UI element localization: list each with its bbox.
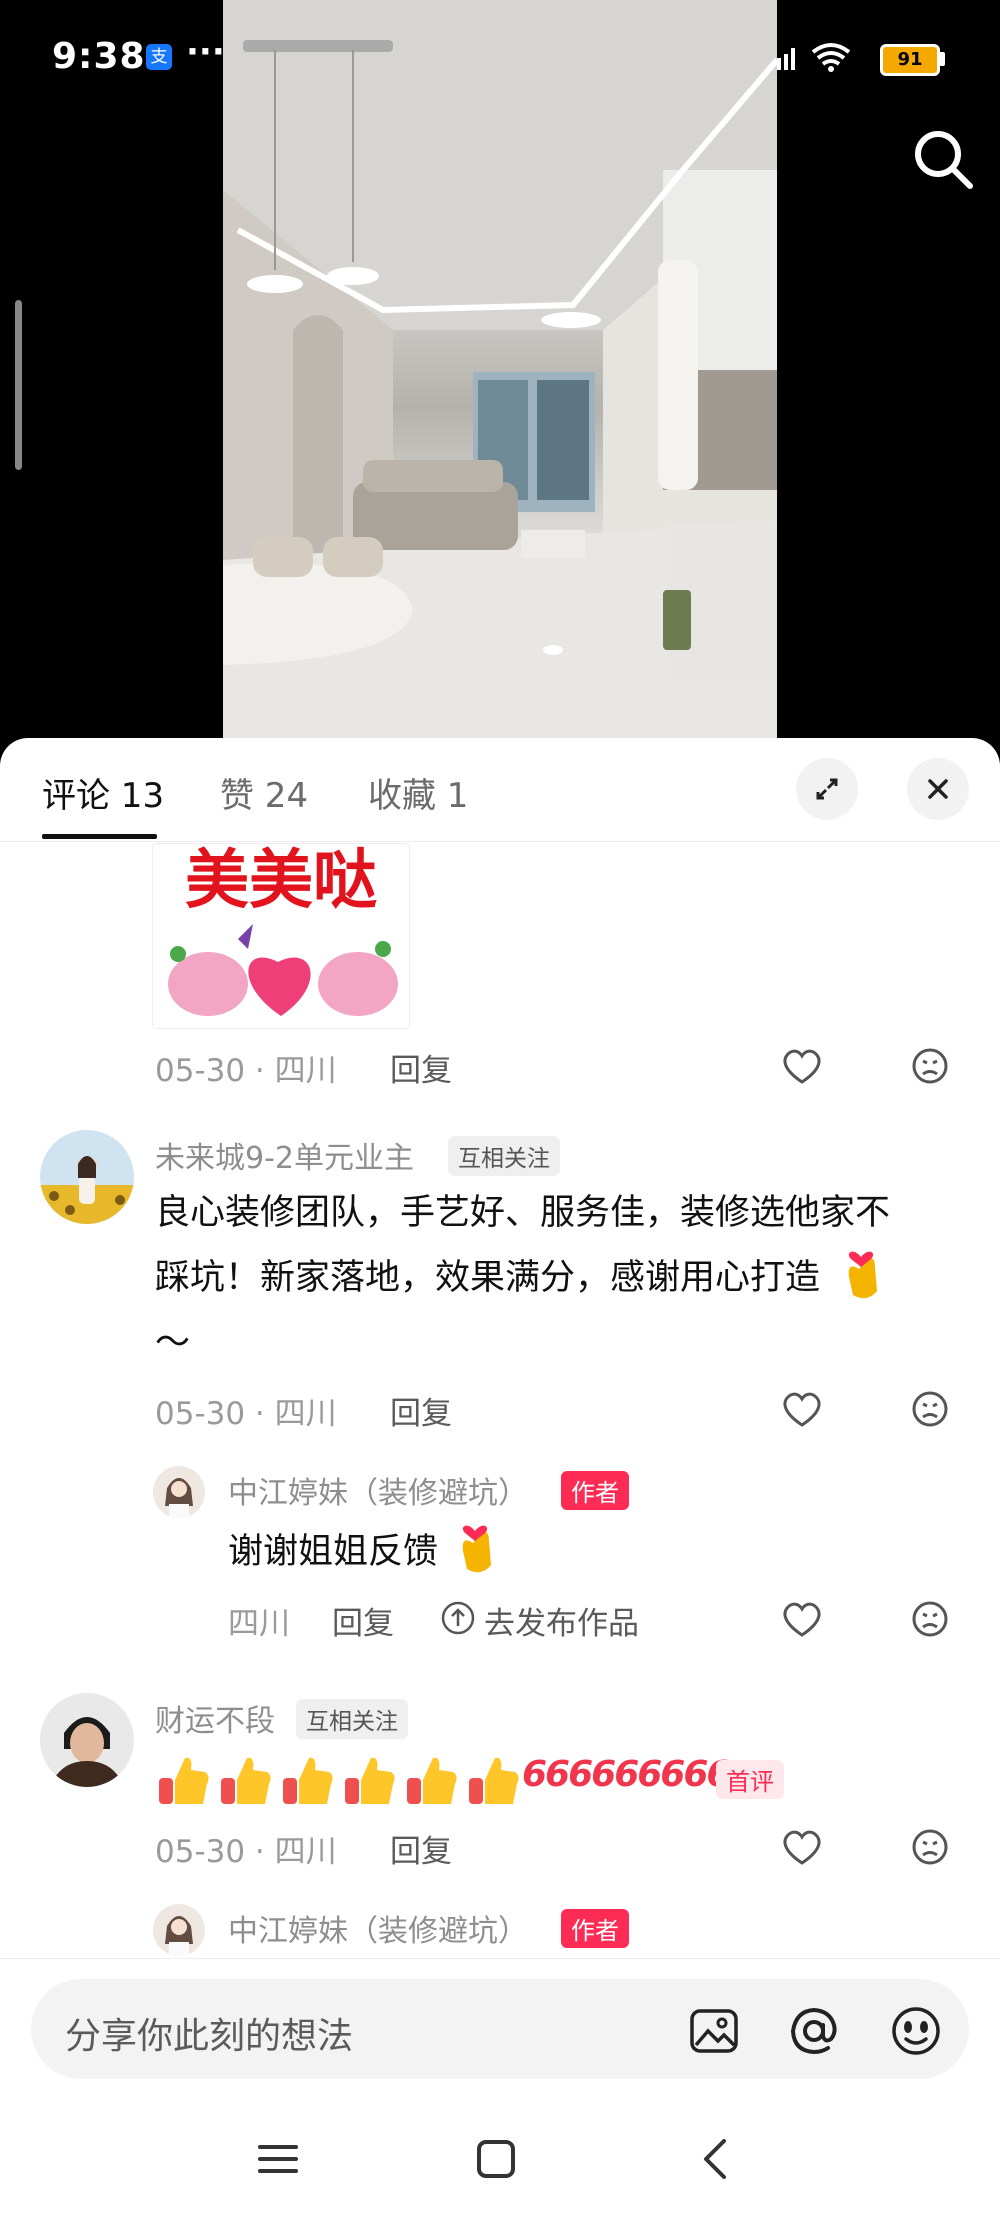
sticker-graphic: 美美哒: [168, 844, 398, 1016]
tab-likes[interactable]: 赞 24: [220, 768, 308, 817]
comment-text-line: ～: [155, 1323, 191, 1363]
first-comment-badge: 首评: [716, 1760, 784, 1799]
comment-text-line: 良心装修团队，手艺好、服务佳，装修选他家不: [155, 1193, 891, 1233]
avatar[interactable]: [153, 1466, 205, 1518]
reply-button[interactable]: 回复: [390, 1388, 452, 1433]
heart-icon[interactable]: [778, 1385, 826, 1433]
menu-icon[interactable]: [256, 2139, 300, 2179]
reply-username[interactable]: 中江婷妹（装修避坑）: [228, 1906, 528, 1950]
mutual-follow-badge: 互相关注: [448, 1136, 560, 1176]
clock: 9:38: [52, 36, 146, 77]
thumbs-up-emoji: [283, 1757, 333, 1804]
expand-icon: [816, 778, 838, 800]
thumbs-up-emojis: [159, 1757, 519, 1804]
emoji-icon[interactable]: [890, 2005, 942, 2057]
more-notifications-icon: ···: [186, 32, 225, 72]
active-tab-indicator: [42, 834, 157, 839]
expand-button[interactable]: [796, 758, 858, 820]
image-icon[interactable]: [688, 2005, 740, 2057]
close-button[interactable]: [907, 758, 969, 820]
mutual-follow-badge: 互相关注: [296, 1699, 408, 1739]
reply-button[interactable]: 回复: [332, 1598, 394, 1643]
reply-button[interactable]: 回复: [390, 1045, 452, 1090]
comment-text-line: 踩坑！新家落地，效果满分，感谢用心打造: [155, 1258, 821, 1298]
reply-button[interactable]: 回复: [390, 1826, 452, 1871]
finger-heart-emoji: [848, 1251, 878, 1299]
comment-username[interactable]: 财运不段: [155, 1696, 275, 1740]
reply-text-content: 谢谢姐姐反馈: [228, 1532, 439, 1572]
six-emoji-text: 666666666: [522, 1754, 731, 1795]
dislike-icon[interactable]: [906, 1385, 954, 1433]
scroll-indicator: [15, 300, 22, 470]
living-room-video-frame: [223, 0, 777, 740]
tab-comments[interactable]: 评论 13: [42, 768, 164, 817]
thumbs-up-emoji: [469, 1757, 519, 1804]
comment-date-location: 05-30 · 四川: [155, 1834, 337, 1870]
comment-text-line-2: 踩坑！新家落地，效果满分，感谢用心打造: [155, 1246, 965, 1311]
reply-location: 四川: [228, 1606, 290, 1642]
avatar[interactable]: [40, 1693, 134, 1787]
finger-heart-emoji: [462, 1525, 492, 1573]
upload-icon[interactable]: [440, 1600, 476, 1636]
thumbs-up-emoji: [407, 1757, 457, 1804]
comment-date-location: 05-30 · 四川: [155, 1053, 337, 1089]
heart-icon[interactable]: [778, 1823, 826, 1871]
comment-username[interactable]: 未来城9-2单元业主: [155, 1133, 414, 1177]
author-badge: 作者: [561, 1471, 629, 1510]
avatar[interactable]: [40, 1130, 134, 1224]
close-icon: [928, 779, 948, 799]
heart-icon[interactable]: [778, 1042, 826, 1090]
sticker-text: 美美哒: [185, 844, 377, 918]
comment-text: 良心装修团队，手艺好、服务佳，装修选他家不 踩坑！新家落地，效果满分，感谢用心打…: [155, 1181, 965, 1376]
video-player[interactable]: [223, 0, 777, 740]
author-badge: 作者: [561, 1909, 629, 1948]
tabs-divider: [0, 841, 1000, 842]
avatar[interactable]: [153, 1904, 205, 1956]
avatar-image: [40, 1130, 134, 1224]
back-icon[interactable]: [694, 2135, 734, 2183]
comment-date-location: 05-30 · 四川: [155, 1396, 337, 1432]
home-icon[interactable]: [474, 2137, 518, 2181]
avatar-image: [153, 1904, 205, 1956]
thumbs-up-emoji: [221, 1757, 271, 1804]
thumbs-up-emoji: [159, 1757, 209, 1804]
avatar-image: [153, 1466, 205, 1518]
dislike-icon[interactable]: [906, 1042, 954, 1090]
sticker-image[interactable]: 美美哒: [152, 843, 410, 1029]
tab-favorites[interactable]: 收藏 1: [368, 768, 468, 817]
battery-tip: [940, 52, 945, 66]
battery-icon: 91: [880, 44, 940, 76]
thumbs-up-emoji: [345, 1757, 395, 1804]
dislike-icon[interactable]: [906, 1823, 954, 1871]
reply-username[interactable]: 中江婷妹（装修避坑）: [228, 1468, 528, 1512]
search-icon[interactable]: [910, 126, 976, 192]
at-icon[interactable]: [788, 2005, 840, 2057]
comment-input-placeholder: 分享你此刻的想法: [65, 2016, 354, 2057]
avatar-image: [40, 1693, 134, 1787]
alipay-notification-icon: 支: [146, 44, 172, 70]
comment-input-area: 分享你此刻的想法: [0, 1958, 1000, 2223]
reply-text: 谢谢姐姐反馈: [228, 1520, 501, 1585]
heart-icon[interactable]: [778, 1595, 826, 1643]
dislike-icon[interactable]: [906, 1595, 954, 1643]
publish-work-link[interactable]: 去发布作品: [484, 1598, 639, 1643]
